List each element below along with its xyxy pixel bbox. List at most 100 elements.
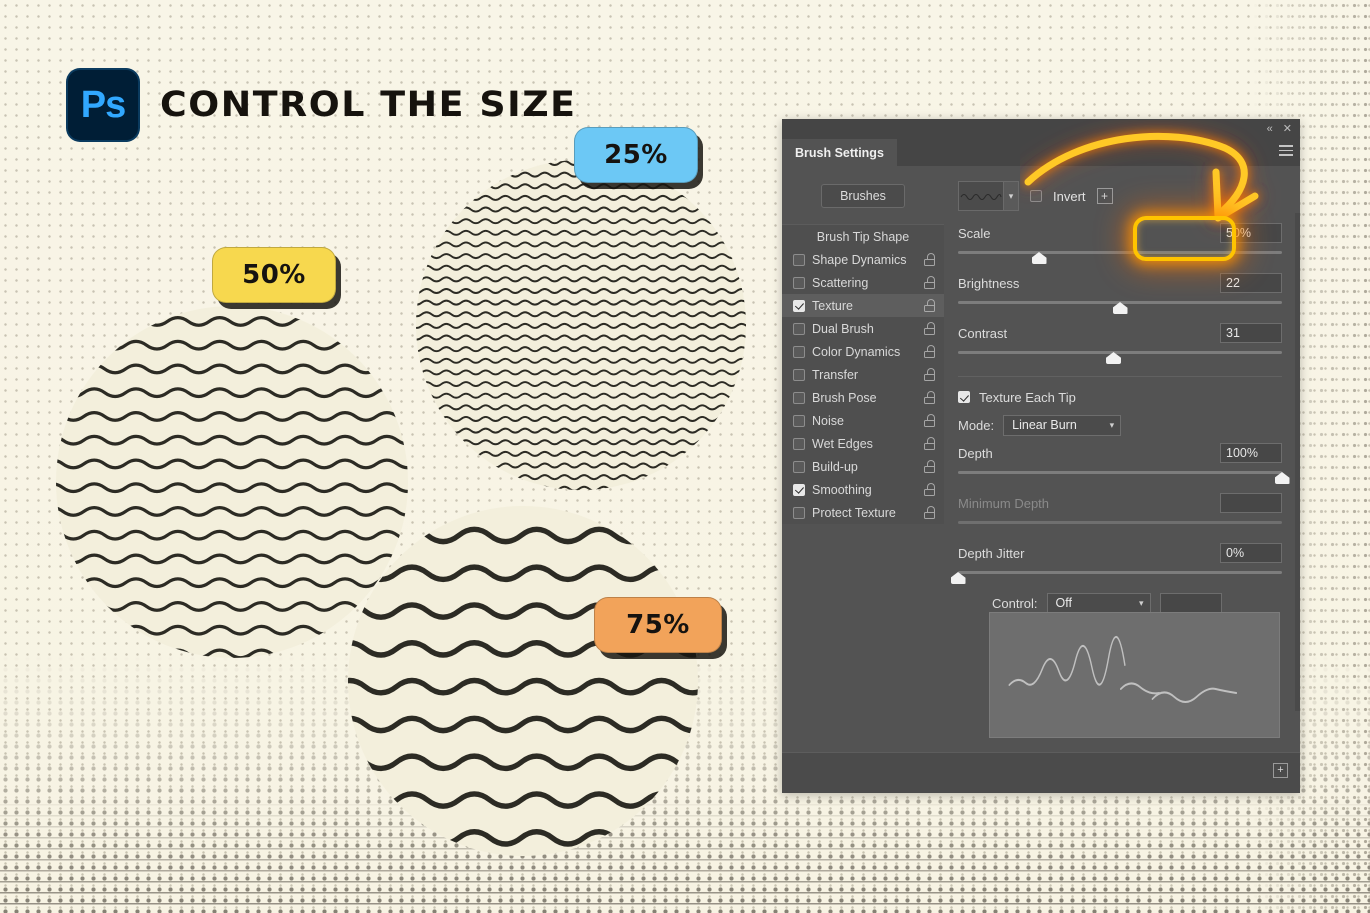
hamburger-menu-icon[interactable] (1279, 145, 1293, 156)
brush-option-list: Brush Tip Shape Shape Dynamics Scattering… (782, 224, 944, 524)
brightness-value-field[interactable]: 22 (1220, 273, 1282, 293)
lock-icon[interactable] (924, 506, 935, 519)
collapse-icon[interactable]: « (1267, 123, 1273, 135)
mode-chevron-down-icon: ▾ (1109, 419, 1115, 430)
lock-icon[interactable] (924, 299, 935, 312)
control-scale: Scale 50% (958, 222, 1282, 266)
option-label: Brush Pose (812, 390, 877, 405)
brush-option-smoothing[interactable]: Smoothing (782, 478, 944, 501)
brush-option-dual-brush[interactable]: Dual Brush (782, 317, 944, 340)
option-label: Build-up (812, 459, 858, 474)
option-checkbox[interactable] (793, 368, 805, 381)
option-checkbox[interactable] (793, 506, 805, 519)
brush-stroke-preview (989, 612, 1280, 738)
brush-option-scattering[interactable]: Scattering (782, 271, 944, 294)
lock-icon[interactable] (924, 322, 935, 335)
option-checkbox[interactable] (793, 483, 805, 496)
tab-brush-settings[interactable]: Brush Settings (782, 139, 897, 166)
brush-option-brush-pose[interactable]: Brush Pose (782, 386, 944, 409)
close-icon[interactable]: ✕ (1283, 123, 1292, 135)
contrast-slider-track (958, 351, 1282, 354)
contrast-value-field[interactable]: 31 (1220, 323, 1282, 343)
brush-option-build-up[interactable]: Build-up (782, 455, 944, 478)
invert-checkbox[interactable] (1030, 190, 1042, 202)
invert-label: Invert (1053, 188, 1086, 204)
sample-circle-75 (348, 506, 698, 856)
brush-option-noise[interactable]: Noise (782, 409, 944, 432)
depth-slider[interactable] (958, 469, 1290, 486)
lock-icon[interactable] (924, 276, 935, 289)
brushes-button[interactable]: Brushes (821, 184, 905, 208)
lock-icon[interactable] (924, 368, 935, 381)
brush-option-color-dynamics[interactable]: Color Dynamics (782, 340, 944, 363)
photoshop-logo-icon: Ps (66, 68, 140, 142)
option-checkbox[interactable] (793, 299, 805, 312)
new-brush-preset-button[interactable]: + (1273, 763, 1288, 778)
scale-slider-track (958, 251, 1282, 254)
mode-select[interactable]: Linear Burn ▾ (1003, 414, 1122, 436)
mode-label: Mode: (958, 417, 995, 433)
brush-option-wet-edges[interactable]: Wet Edges (782, 432, 944, 455)
lock-icon[interactable] (924, 483, 935, 496)
option-checkbox[interactable] (793, 437, 805, 450)
brightness-label: Brightness (958, 275, 1020, 291)
control-jitter-field[interactable] (1159, 593, 1222, 613)
brightness-slider[interactable] (958, 299, 1282, 316)
panel-scrollbar[interactable] (1295, 213, 1300, 711)
add-texture-preset-button[interactable]: + (1096, 188, 1113, 204)
lock-icon[interactable] (924, 345, 935, 358)
option-checkbox[interactable] (793, 322, 805, 335)
option-checkbox[interactable] (793, 276, 805, 289)
brush-settings-panel: « ✕ Brush Settings Brushes Brush Tip Sha… (782, 119, 1300, 793)
depth-jitter-slider-track (958, 571, 1282, 574)
brush-option-transfer[interactable]: Transfer (782, 363, 944, 386)
brush-option-texture[interactable]: Texture (782, 294, 944, 317)
scale-slider[interactable] (958, 249, 1282, 266)
lock-icon[interactable] (924, 391, 935, 404)
contrast-slider[interactable] (958, 349, 1282, 366)
lock-icon[interactable] (924, 460, 935, 473)
lock-icon[interactable] (924, 414, 935, 427)
control-row: Control: Off ▾ (958, 592, 1282, 614)
option-label: Texture (812, 298, 853, 313)
minimum-depth-label: Minimum Depth (958, 495, 1050, 511)
contrast-label: Contrast (958, 325, 1008, 341)
page-header: Ps CONTROL THE SIZE (66, 68, 575, 142)
control-select[interactable]: Off ▾ (1046, 592, 1151, 614)
badge-25: 25% (574, 127, 698, 183)
texture-each-tip-row[interactable]: Texture Each Tip (958, 386, 1282, 408)
panel-left-column: Brushes Brush Tip Shape Shape Dynamics Sc… (782, 166, 944, 752)
option-checkbox[interactable] (793, 253, 805, 266)
scale-value-field[interactable]: 50% (1220, 223, 1282, 243)
brush-option-shape-dynamics[interactable]: Shape Dynamics (782, 248, 944, 271)
option-checkbox[interactable] (793, 414, 805, 427)
minimum-depth-value-field (1220, 493, 1282, 513)
texture-picker[interactable]: ▾ (958, 181, 1019, 211)
control-minimum-depth: Minimum Depth (958, 492, 1282, 536)
control-chevron-down-icon: ▾ (1139, 597, 1144, 608)
option-label: Noise (812, 413, 844, 428)
option-checkbox[interactable] (793, 460, 805, 473)
texture-swatch[interactable] (958, 181, 1004, 211)
depth-jitter-label: Depth Jitter (958, 545, 1025, 561)
lock-icon[interactable] (924, 437, 935, 450)
lock-icon[interactable] (924, 253, 935, 266)
mode-value: Linear Burn (1012, 418, 1077, 432)
mode-row: Mode: Linear Burn ▾ (958, 414, 1282, 436)
depth-value-field[interactable]: 100% (1220, 443, 1282, 463)
panel-tab-row: Brush Settings (782, 139, 1300, 166)
option-checkbox[interactable] (793, 345, 805, 358)
wave-texture-75 (348, 506, 698, 847)
depth-jitter-value-field[interactable]: 0% (1220, 543, 1282, 563)
texture-thumbnail-icon (960, 193, 1002, 201)
minimum-depth-slider-track (958, 521, 1282, 524)
brush-option-protect-texture[interactable]: Protect Texture (782, 501, 944, 524)
texture-each-tip-checkbox[interactable] (958, 391, 970, 403)
depth-jitter-slider[interactable] (950, 569, 1282, 586)
option-checkbox[interactable] (793, 391, 805, 404)
texture-dropdown-chevron-down-icon[interactable]: ▾ (1004, 181, 1019, 211)
page-title: CONTROL THE SIZE (159, 85, 577, 125)
brush-tip-shape-item[interactable]: Brush Tip Shape (782, 225, 944, 248)
option-label: Smoothing (812, 482, 872, 497)
panel-titlebar: « ✕ (782, 119, 1300, 139)
